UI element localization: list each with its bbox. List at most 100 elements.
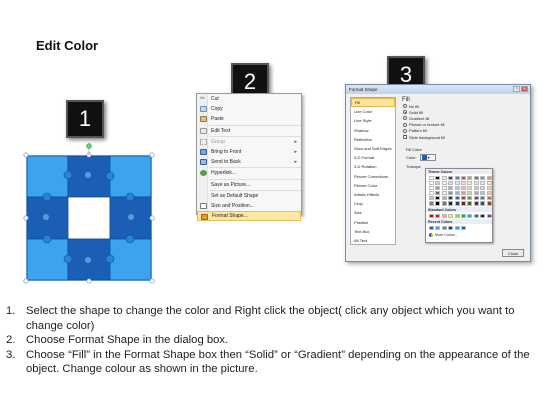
color-swatch[interactable]	[429, 201, 434, 206]
color-swatch[interactable]	[486, 180, 492, 185]
more-colors-item[interactable]: More Colors...	[426, 232, 492, 237]
color-swatch[interactable]	[460, 213, 466, 218]
color-swatch[interactable]	[429, 185, 434, 191]
color-swatch[interactable]	[480, 201, 486, 206]
color-swatch[interactable]	[441, 196, 447, 201]
nav-item-position[interactable]: Position	[351, 217, 395, 226]
color-swatch[interactable]	[460, 196, 466, 201]
color-swatch[interactable]	[473, 185, 479, 191]
color-swatch[interactable]	[448, 180, 454, 185]
nav-item-reflection[interactable]: Reflection	[351, 135, 395, 144]
radio-button[interactable]	[403, 116, 407, 121]
color-swatch[interactable]	[435, 213, 441, 218]
menu-item-edit-text[interactable]: Edit Text	[197, 126, 301, 136]
color-swatch[interactable]	[460, 185, 466, 191]
nav-item-picture-color[interactable]: Picture Color	[351, 181, 395, 190]
color-swatch[interactable]	[473, 180, 479, 185]
color-swatch[interactable]	[441, 175, 447, 180]
color-swatch[interactable]	[429, 213, 434, 218]
color-swatch[interactable]	[441, 225, 447, 230]
nav-item-3d-format[interactable]: 3-D Format	[351, 153, 395, 162]
color-swatch[interactable]	[460, 191, 466, 196]
color-swatch[interactable]	[480, 191, 486, 196]
menu-item-save-as-picture[interactable]: Save as Picture...	[197, 180, 301, 190]
menu-item-hyperlink[interactable]: Hyperlink...	[197, 168, 301, 178]
nav-item-text-box[interactable]: Text Box	[351, 227, 395, 236]
color-swatch[interactable]	[435, 225, 441, 230]
menu-item-format-shape[interactable]: Format Shape...	[197, 211, 301, 222]
nav-item-fill[interactable]: Fill	[351, 98, 395, 108]
color-swatch[interactable]	[473, 175, 479, 180]
color-swatch[interactable]	[441, 180, 447, 185]
color-swatch[interactable]	[460, 180, 466, 185]
menu-item-size-position[interactable]: Size and Position...	[197, 201, 301, 211]
color-swatch[interactable]	[435, 201, 441, 206]
nav-item-3d-rotation[interactable]: 3-D Rotation	[351, 162, 395, 171]
checkbox[interactable]	[403, 135, 407, 140]
color-swatch[interactable]	[448, 213, 454, 218]
color-swatch[interactable]	[460, 225, 466, 230]
color-swatch[interactable]	[448, 175, 454, 180]
color-swatch[interactable]	[480, 180, 486, 185]
color-swatch[interactable]	[486, 185, 492, 191]
help-icon[interactable]: ?	[513, 86, 520, 92]
color-swatch[interactable]	[435, 175, 441, 180]
menu-item-group[interactable]: Group ▸	[197, 137, 301, 147]
color-swatch[interactable]	[454, 213, 460, 218]
color-swatch[interactable]	[480, 185, 486, 191]
color-swatch[interactable]	[486, 196, 492, 201]
color-swatch[interactable]	[454, 191, 460, 196]
color-swatch[interactable]	[486, 213, 492, 218]
color-swatch[interactable]	[441, 213, 447, 218]
color-swatch[interactable]	[467, 196, 473, 201]
color-swatch[interactable]	[486, 175, 492, 180]
color-swatch[interactable]	[429, 180, 434, 185]
color-swatch[interactable]	[467, 185, 473, 191]
color-swatch[interactable]	[448, 185, 454, 191]
color-swatch[interactable]	[441, 201, 447, 206]
color-swatch[interactable]	[467, 201, 473, 206]
close-button[interactable]: Close	[502, 249, 524, 257]
nav-item-artistic-effects[interactable]: Artistic Effects	[351, 190, 395, 199]
nav-item-glow[interactable]: Glow and Soft Edges	[351, 144, 395, 153]
color-swatch[interactable]	[435, 191, 441, 196]
color-swatch[interactable]	[448, 201, 454, 206]
fill-option-slide-bg[interactable]: Slide background fill	[403, 134, 528, 140]
close-icon[interactable]: ✕	[521, 86, 528, 92]
color-swatch[interactable]	[473, 201, 479, 206]
puzzle-shape[interactable]	[26, 155, 152, 281]
nav-item-size[interactable]: Size	[351, 208, 395, 217]
color-swatch[interactable]	[448, 225, 454, 230]
color-swatch[interactable]	[429, 225, 434, 230]
color-swatch[interactable]	[473, 213, 479, 218]
nav-item-line-style[interactable]: Line Style	[351, 116, 395, 125]
color-swatch[interactable]	[473, 196, 479, 201]
color-swatch[interactable]	[460, 175, 466, 180]
radio-button[interactable]	[403, 128, 407, 133]
color-swatch[interactable]	[473, 191, 479, 196]
color-swatch[interactable]	[467, 175, 473, 180]
color-swatch[interactable]	[429, 175, 434, 180]
color-swatch[interactable]	[435, 196, 441, 201]
color-swatch[interactable]	[441, 185, 447, 191]
color-swatch[interactable]	[480, 213, 486, 218]
color-swatch[interactable]	[454, 196, 460, 201]
color-swatch[interactable]	[480, 196, 486, 201]
radio-button[interactable]	[403, 110, 407, 115]
color-swatch[interactable]	[448, 191, 454, 196]
color-swatch[interactable]	[467, 191, 473, 196]
color-swatch[interactable]	[448, 196, 454, 201]
nav-item-picture-corrections[interactable]: Picture Corrections	[351, 172, 395, 181]
color-swatch[interactable]	[486, 201, 492, 206]
color-swatch[interactable]	[429, 196, 434, 201]
menu-item-copy[interactable]: Copy	[197, 104, 301, 114]
nav-item-line-color[interactable]: Line Color	[351, 107, 395, 116]
nav-item-crop[interactable]: Crop	[351, 199, 395, 208]
color-swatch[interactable]	[454, 225, 460, 230]
color-swatch[interactable]	[467, 180, 473, 185]
color-swatch[interactable]	[486, 191, 492, 196]
menu-item-set-default-shape[interactable]: Set as Default Shape	[197, 191, 301, 201]
menu-item-bring-to-front[interactable]: Bring to Front ▸	[197, 147, 301, 157]
radio-button[interactable]	[403, 104, 407, 109]
color-swatch[interactable]	[435, 185, 441, 191]
